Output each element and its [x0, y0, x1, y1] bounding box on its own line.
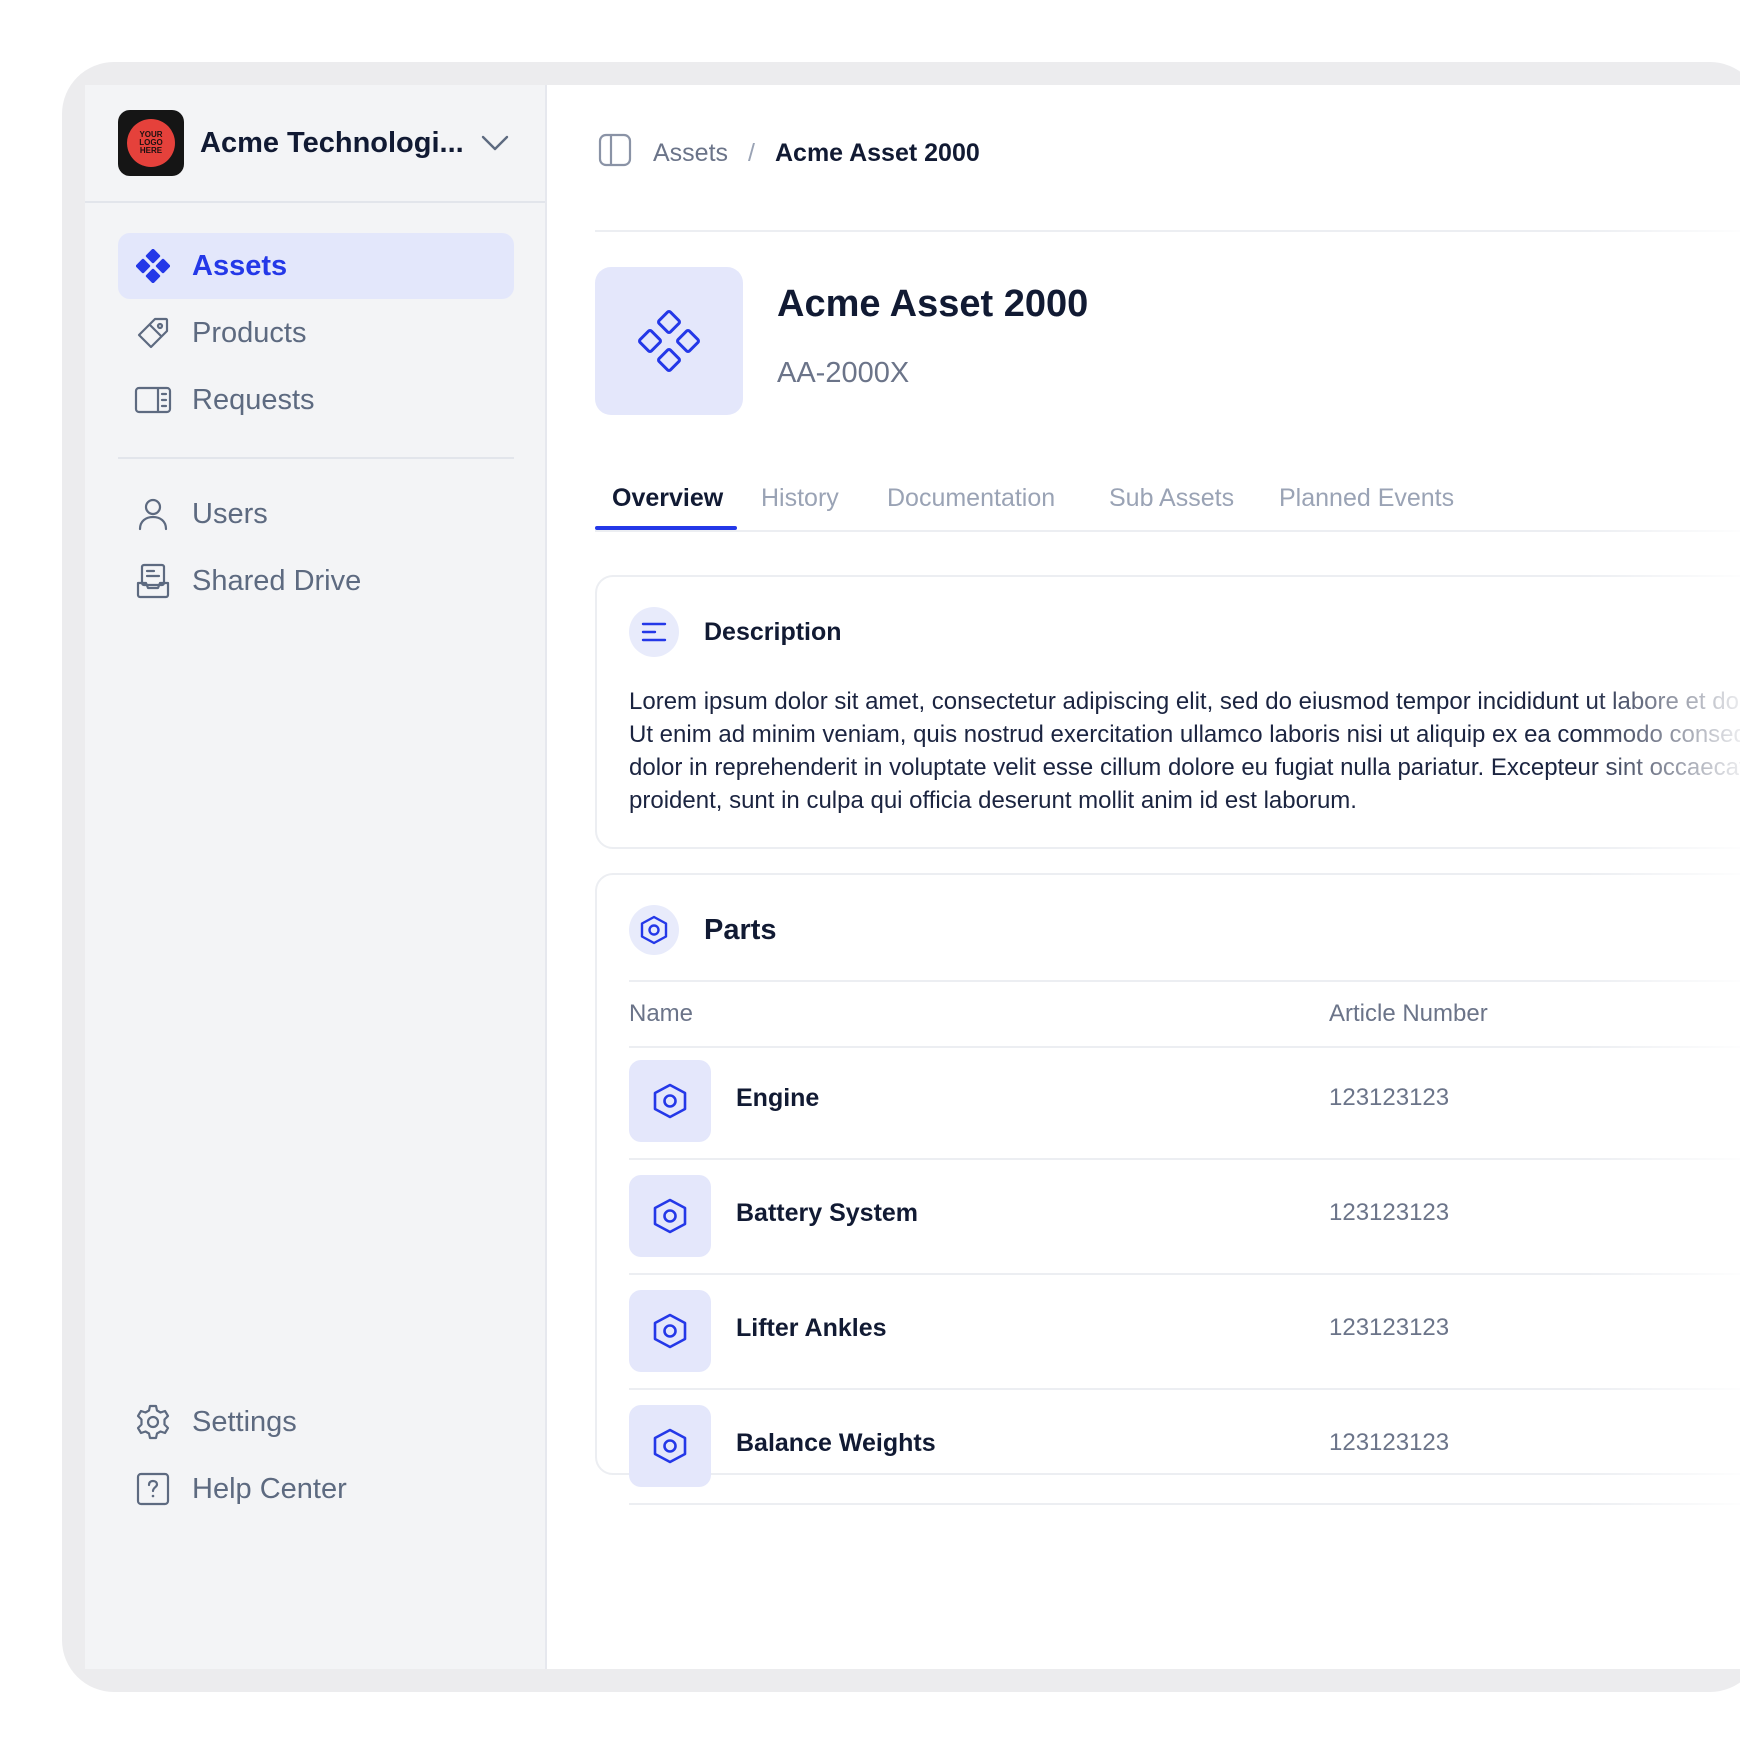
table-row[interactable]: Engine 123123123	[629, 1044, 1740, 1160]
hex-nut-icon	[629, 1405, 711, 1487]
gear-icon	[134, 1403, 172, 1441]
column-header-name[interactable]: Name	[629, 1000, 693, 1028]
logo-text-line: HERE	[139, 146, 163, 155]
part-name: Engine	[736, 1084, 820, 1112]
chevron-down-icon[interactable]	[478, 126, 512, 160]
workspace-logo: YOUR LOGO HERE	[118, 110, 184, 176]
sidebar-item-assets[interactable]: Assets	[118, 233, 514, 299]
sidebar-item-label: Help Center	[192, 1472, 347, 1505]
text-align-icon	[629, 607, 679, 657]
app-window: YOUR LOGO HERE Acme Technologi... Assets…	[85, 85, 1740, 1669]
description-card: Description Lorem ipsum dolor sit amet, …	[595, 575, 1740, 849]
table-row[interactable]: Balance Weights 123123123	[629, 1389, 1740, 1505]
article-number: 123123123	[1329, 1429, 1450, 1456]
card-title: Parts	[704, 913, 777, 946]
tag-icon	[134, 314, 172, 352]
parts-card: Parts Name Article Number Engine 1231231…	[595, 873, 1740, 1505]
sidebar-item-requests[interactable]: Requests	[118, 367, 514, 433]
assets-icon	[134, 247, 172, 285]
tab-history[interactable]: History	[761, 484, 839, 513]
sidebar-item-help-center[interactable]: Help Center	[118, 1456, 514, 1522]
sidebar-item-label: Settings	[192, 1405, 297, 1438]
hex-nut-icon	[629, 1290, 711, 1372]
hex-nut-icon	[629, 905, 679, 955]
description-line: Lorem ipsum dolor sit amet, consectetur …	[629, 688, 1740, 715]
book-icon	[134, 381, 172, 419]
help-icon	[134, 1470, 172, 1508]
tab-bar: Overview History Documentation Sub Asset…	[595, 470, 1740, 532]
sidebar: YOUR LOGO HERE Acme Technologi... Assets…	[85, 85, 547, 1669]
part-name: Balance Weights	[736, 1429, 936, 1457]
article-number: 123123123	[1329, 1199, 1450, 1226]
sidebar-divider	[118, 457, 514, 459]
assets-icon	[638, 310, 700, 372]
sidebar-item-label: Requests	[192, 383, 315, 416]
asset-code: AA-2000X	[777, 357, 910, 389]
table-row[interactable]: Battery System 123123123	[629, 1159, 1740, 1275]
sidebar-item-products[interactable]: Products	[118, 300, 514, 366]
tab-documentation[interactable]: Documentation	[887, 484, 1055, 513]
header-divider	[595, 230, 1740, 232]
workspace-name: Acme Technologi...	[200, 126, 464, 159]
main-content: Assets / Acme Asset 2000 Acme Asset 2000…	[545, 85, 1740, 1669]
breadcrumb-parent-link[interactable]: Assets	[653, 139, 728, 168]
table-header: Name Article Number	[629, 980, 1740, 1048]
asset-avatar	[595, 267, 743, 415]
workspace-switcher[interactable]: YOUR LOGO HERE Acme Technologi...	[118, 109, 512, 177]
card-title: Description	[704, 617, 842, 646]
breadcrumb-separator: /	[748, 138, 755, 167]
table-row[interactable]: Lifter Ankles 123123123	[629, 1274, 1740, 1390]
breadcrumb-current: Acme Asset 2000	[774, 138, 980, 167]
active-tab-indicator	[595, 526, 737, 530]
tab-planned-events[interactable]: Planned Events	[1279, 484, 1454, 513]
article-number: 123123123	[1329, 1084, 1450, 1111]
drive-icon	[134, 562, 172, 600]
user-icon	[134, 495, 172, 533]
tab-sub-assets[interactable]: Sub Assets	[1109, 484, 1234, 513]
sidebar-item-label: Assets	[192, 249, 288, 282]
description-line: proident, sunt in culpa qui officia dese…	[629, 787, 1357, 814]
hex-nut-icon	[629, 1175, 711, 1257]
sidebar-item-label: Products	[192, 316, 307, 349]
tab-overview[interactable]: Overview	[612, 484, 723, 513]
description-line: dolor in reprehenderit in voluptate veli…	[629, 754, 1740, 781]
sidebar-item-settings[interactable]: Settings	[118, 1389, 514, 1455]
sidebar-item-users[interactable]: Users	[118, 481, 514, 547]
sidebar-item-label: Shared Drive	[192, 564, 362, 597]
sidebar-divider	[85, 201, 545, 203]
sidebar-item-label: Users	[192, 497, 268, 530]
part-name: Lifter Ankles	[736, 1314, 887, 1342]
article-number: 123123123	[1329, 1314, 1450, 1341]
page-title: Acme Asset 2000	[777, 283, 1089, 325]
description-line: Ut enim ad minim veniam, quis nostrud ex…	[629, 721, 1740, 748]
hex-nut-icon	[629, 1060, 711, 1142]
breadcrumb: Assets / Acme Asset 2000	[597, 133, 980, 173]
description-text: Lorem ipsum dolor sit amet, consectetur …	[629, 685, 1740, 817]
sidebar-item-shared-drive[interactable]: Shared Drive	[118, 548, 514, 614]
part-name: Battery System	[736, 1199, 919, 1227]
column-header-article-number[interactable]: Article Number	[1329, 1000, 1488, 1028]
sidebar-toggle-icon[interactable]	[597, 132, 633, 175]
